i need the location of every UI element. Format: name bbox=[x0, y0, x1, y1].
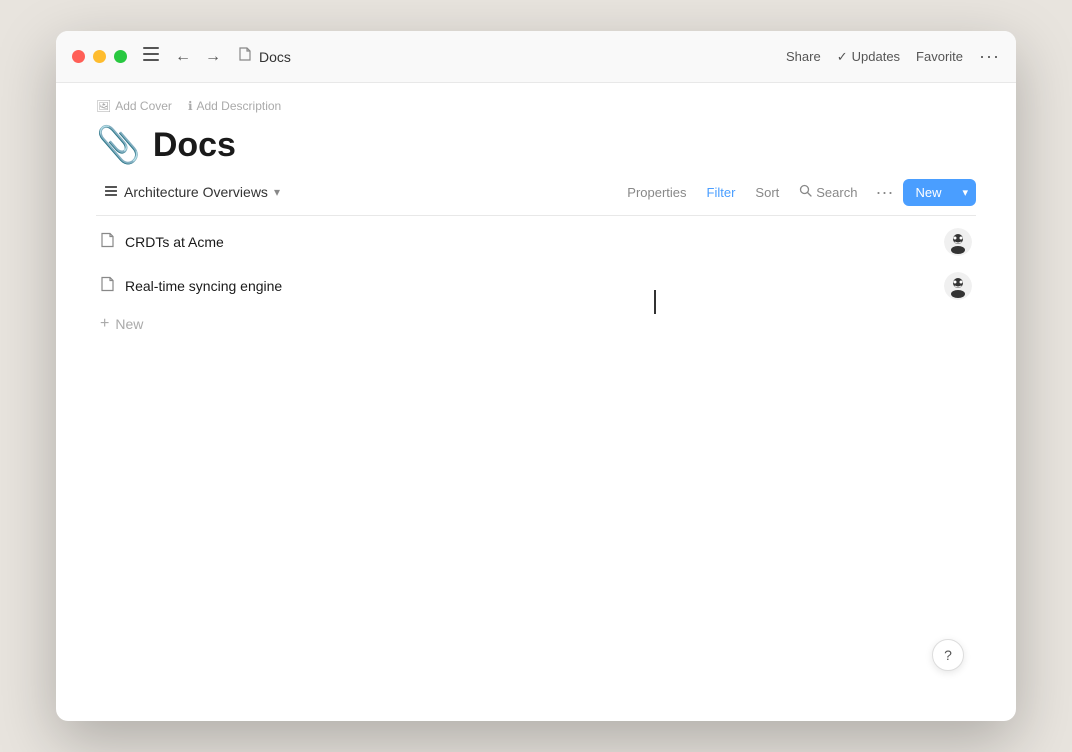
doc-item-name: Real-time syncing engine bbox=[125, 278, 944, 294]
view-selector[interactable]: Architecture Overviews ▾ bbox=[96, 180, 288, 205]
search-label: Search bbox=[816, 185, 857, 200]
properties-label: Properties bbox=[627, 185, 686, 200]
doc-file-icon bbox=[100, 232, 115, 252]
more-options-button[interactable]: ··· bbox=[979, 46, 1000, 67]
traffic-lights bbox=[72, 50, 127, 63]
search-icon bbox=[799, 184, 812, 200]
view-chevron-icon: ▾ bbox=[274, 185, 280, 199]
share-button[interactable]: Share bbox=[786, 49, 821, 64]
check-icon: ✓ bbox=[837, 49, 848, 65]
add-cover-label: Add Cover bbox=[115, 99, 172, 113]
titlebar-title: Docs bbox=[259, 49, 786, 65]
add-cover-button[interactable]: 🖼 Add Cover bbox=[96, 99, 172, 113]
new-button-label: New bbox=[903, 179, 953, 206]
doc-header-actions: 🖼 Add Cover ℹ Add Description bbox=[96, 99, 976, 113]
list-item[interactable]: Real-time syncing engine bbox=[96, 264, 976, 308]
updates-label: Updates bbox=[852, 49, 900, 64]
doc-item-name: CRDTs at Acme bbox=[125, 234, 944, 250]
share-label: Share bbox=[786, 49, 821, 64]
text-cursor bbox=[654, 290, 656, 314]
main-window: ← → Docs Share ✓ Updates Favori bbox=[56, 31, 1016, 721]
maximize-button[interactable] bbox=[114, 50, 127, 63]
filter-label: Filter bbox=[707, 185, 736, 200]
new-row-label: New bbox=[115, 316, 143, 332]
image-icon: 🖼 bbox=[96, 99, 111, 113]
forward-button[interactable]: → bbox=[201, 46, 225, 68]
add-description-label: Add Description bbox=[197, 99, 282, 113]
new-btn-chevron-icon: ▾ bbox=[954, 180, 976, 205]
list-view-icon bbox=[104, 184, 118, 201]
info-icon: ℹ bbox=[188, 99, 193, 113]
minimize-button[interactable] bbox=[93, 50, 106, 63]
favorite-label: Favorite bbox=[916, 49, 963, 64]
properties-button[interactable]: Properties bbox=[619, 181, 694, 204]
help-button[interactable]: ? bbox=[932, 639, 964, 671]
titlebar-actions: Share ✓ Updates Favorite ··· bbox=[786, 46, 1000, 67]
list-item[interactable]: CRDTs at Acme bbox=[96, 220, 976, 264]
view-name: Architecture Overviews bbox=[124, 184, 268, 200]
content-area: 🖼 Add Cover ℹ Add Description 📎 Docs bbox=[56, 83, 1016, 721]
new-row-button[interactable]: + New bbox=[96, 308, 976, 340]
titlebar-nav: ← → bbox=[171, 46, 225, 68]
updates-button[interactable]: ✓ Updates bbox=[837, 49, 900, 65]
doc-title-row: 📎 Docs bbox=[96, 125, 976, 166]
db-toolbar-right: Properties Filter Sort bbox=[619, 178, 976, 207]
doc-emoji: 📎 bbox=[96, 127, 141, 163]
filter-button[interactable]: Filter bbox=[699, 181, 744, 204]
titlebar: ← → Docs Share ✓ Updates Favori bbox=[56, 31, 1016, 83]
document-list: CRDTs at Acme bbox=[96, 220, 976, 340]
database-toolbar: Architecture Overviews ▾ Properties Filt… bbox=[96, 170, 976, 216]
avatar bbox=[944, 228, 972, 256]
help-label: ? bbox=[944, 647, 952, 663]
doc-title[interactable]: Docs bbox=[153, 125, 236, 166]
close-button[interactable] bbox=[72, 50, 85, 63]
add-description-button[interactable]: ℹ Add Description bbox=[188, 99, 281, 113]
new-record-button[interactable]: New ▾ bbox=[903, 179, 976, 206]
sort-label: Sort bbox=[755, 185, 779, 200]
back-button[interactable]: ← bbox=[171, 46, 195, 68]
doc-file-icon bbox=[100, 276, 115, 296]
favorite-button[interactable]: Favorite bbox=[916, 49, 963, 64]
avatar bbox=[944, 272, 972, 300]
db-more-options[interactable]: ··· bbox=[869, 178, 899, 207]
menu-icon[interactable] bbox=[143, 47, 159, 66]
plus-icon: + bbox=[100, 316, 109, 332]
search-button[interactable]: Search bbox=[791, 180, 865, 204]
sort-button[interactable]: Sort bbox=[747, 181, 787, 204]
doc-title-icon bbox=[237, 46, 253, 67]
